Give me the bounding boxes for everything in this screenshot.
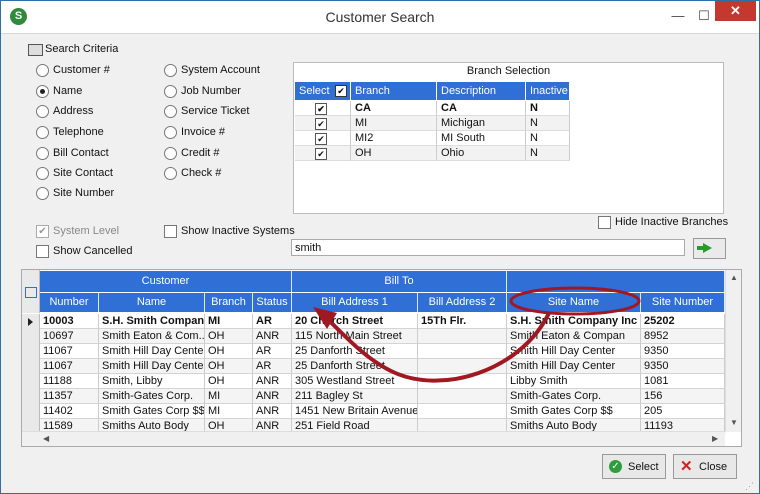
select-button-label: Select [628,461,659,473]
close-button-label: Close [699,461,728,473]
customer-search-window: S Customer Search — ☐ ✕ Search Criteria … [0,0,760,494]
check-circle-icon: ✓ [609,460,622,473]
resize-grip-icon[interactable]: ⋰ [745,481,755,491]
annotation-arrow-curve [321,312,551,383]
select-button[interactable]: ✓ Select [602,454,666,479]
close-x-icon: ✕ [680,458,693,475]
site-name-highlight-ellipse [509,286,641,316]
annotation-overlay [313,286,641,383]
close-button[interactable]: ✕ Close [673,454,737,479]
